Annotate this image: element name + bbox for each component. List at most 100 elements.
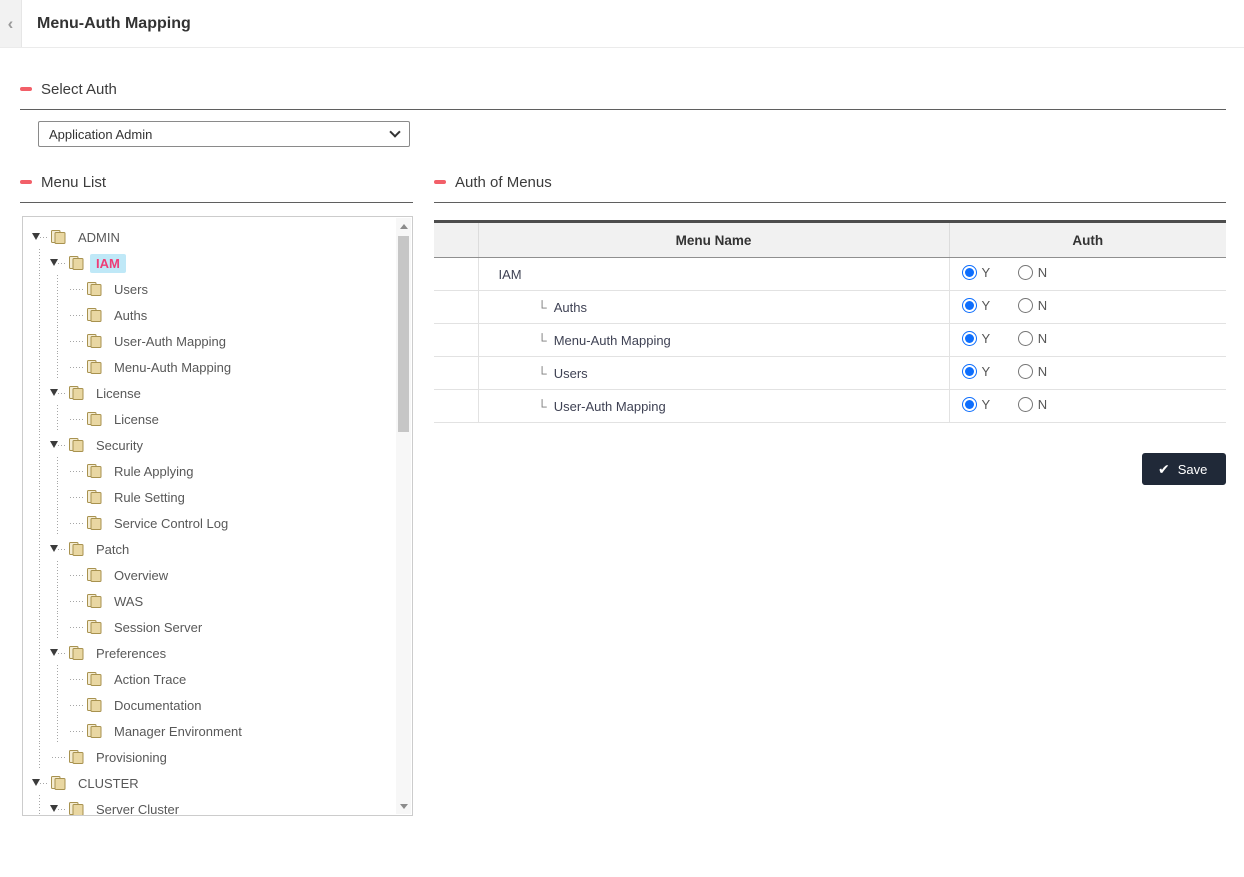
- tree-node-label: Rule Setting: [108, 488, 191, 507]
- auth-no-radio[interactable]: [1018, 298, 1033, 313]
- tree-node[interactable]: Users: [31, 276, 412, 302]
- tree-node[interactable]: Rule Applying: [31, 458, 412, 484]
- tree-expander-icon: [67, 276, 85, 302]
- tree-node-label: Server Cluster: [90, 800, 185, 817]
- auth-no-option[interactable]: N: [1018, 397, 1047, 412]
- tree-node[interactable]: Security: [31, 432, 412, 458]
- folder-icon: [86, 281, 103, 297]
- row-index-cell: [434, 258, 478, 291]
- folder-icon: [68, 801, 85, 816]
- tree-node-label: Auths: [108, 306, 153, 325]
- check-icon: ✔: [1158, 461, 1170, 478]
- auth-column-header: Auth: [949, 222, 1226, 258]
- auth-select[interactable]: Application Admin: [38, 121, 410, 147]
- auth-yes-radio[interactable]: [962, 397, 977, 412]
- menu-name-cell: └Auths: [478, 291, 949, 324]
- auth-no-radio[interactable]: [1018, 397, 1033, 412]
- folder-icon: [86, 723, 103, 739]
- tree-node-label: Service Control Log: [108, 514, 234, 533]
- auth-yes-option[interactable]: Y: [962, 364, 991, 379]
- tree-expander-icon: [67, 510, 85, 536]
- tree-node[interactable]: Action Trace: [31, 666, 412, 692]
- tree-node[interactable]: License: [31, 380, 412, 406]
- auth-no-option[interactable]: N: [1018, 331, 1047, 346]
- tree-node[interactable]: Overview: [31, 562, 412, 588]
- auth-cell: Y N: [949, 357, 1226, 390]
- tree-node[interactable]: User-Auth Mapping: [31, 328, 412, 354]
- auth-of-menus-column: Auth of Menus Menu Name Auth IAM Y: [434, 171, 1226, 816]
- table-row: IAM Y N: [434, 258, 1226, 291]
- auth-table: Menu Name Auth IAM Y N └Auths Y: [434, 220, 1226, 423]
- auth-no-radio[interactable]: [1018, 331, 1033, 346]
- tree-expander-icon[interactable]: [49, 796, 67, 816]
- auth-of-menus-title: Auth of Menus: [455, 174, 552, 191]
- tree-node[interactable]: Documentation: [31, 692, 412, 718]
- tree-expander-icon[interactable]: [49, 432, 67, 458]
- page-title: Menu-Auth Mapping: [22, 0, 191, 47]
- tree-node[interactable]: Provisioning: [31, 744, 412, 770]
- tree-expander-icon[interactable]: [49, 536, 67, 562]
- tree-node-label: ADMIN: [72, 228, 126, 247]
- auth-no-radio[interactable]: [1018, 265, 1033, 280]
- section-dash-icon: [20, 180, 32, 184]
- tree-expander-icon[interactable]: [49, 380, 67, 406]
- auth-yes-radio[interactable]: [962, 331, 977, 346]
- table-row: └Users Y N: [434, 357, 1226, 390]
- auth-yes-radio[interactable]: [962, 364, 977, 379]
- tree-node[interactable]: Service Control Log: [31, 510, 412, 536]
- auth-yes-option[interactable]: Y: [962, 298, 991, 313]
- tree-node[interactable]: IAM: [31, 250, 412, 276]
- tree-node[interactable]: Menu-Auth Mapping: [31, 354, 412, 380]
- auth-no-option[interactable]: N: [1018, 265, 1047, 280]
- auth-no-option[interactable]: N: [1018, 298, 1047, 313]
- scrollbar-up-arrow-icon[interactable]: [396, 218, 411, 234]
- tree-expander-icon[interactable]: [31, 224, 49, 250]
- folder-icon: [50, 775, 67, 791]
- back-button[interactable]: ‹: [0, 0, 22, 47]
- auth-yes-radio[interactable]: [962, 265, 977, 280]
- tree-node[interactable]: CLUSTER: [31, 770, 412, 796]
- tree-expander-icon[interactable]: [49, 250, 67, 276]
- tree-expander-icon: [67, 328, 85, 354]
- tree-node[interactable]: Preferences: [31, 640, 412, 666]
- tree-node[interactable]: Rule Setting: [31, 484, 412, 510]
- auth-select-wrap: Application Admin: [38, 121, 410, 147]
- auth-yes-radio[interactable]: [962, 298, 977, 313]
- tree-node[interactable]: License: [31, 406, 412, 432]
- auth-yes-option[interactable]: Y: [962, 265, 991, 280]
- table-row: └Menu-Auth Mapping Y N: [434, 324, 1226, 357]
- tree-node[interactable]: WAS: [31, 588, 412, 614]
- scrollbar-thumb[interactable]: [398, 236, 409, 432]
- tree-node[interactable]: Manager Environment: [31, 718, 412, 744]
- menu-list-rule: [20, 202, 413, 203]
- tree-expander-icon[interactable]: [31, 770, 49, 796]
- tree-node[interactable]: Session Server: [31, 614, 412, 640]
- scrollbar-down-arrow-icon[interactable]: [396, 798, 411, 814]
- table-row: └User-Auth Mapping Y N: [434, 390, 1226, 423]
- auth-no-option[interactable]: N: [1018, 364, 1047, 379]
- menu-list-column: Menu List ADMIN IAM Users: [20, 171, 413, 816]
- folder-icon: [68, 749, 85, 765]
- tree-node[interactable]: Auths: [31, 302, 412, 328]
- tree-scrollbar[interactable]: [396, 218, 411, 814]
- folder-icon: [68, 385, 85, 401]
- tree-expander-icon: [67, 718, 85, 744]
- auth-yes-option[interactable]: Y: [962, 331, 991, 346]
- tree-node-label: Patch: [90, 540, 135, 559]
- save-button[interactable]: ✔ Save: [1142, 453, 1226, 485]
- tree-node[interactable]: ADMIN: [31, 224, 412, 250]
- folder-icon: [68, 437, 85, 453]
- tree-node[interactable]: Server Cluster: [31, 796, 412, 816]
- tree-node-label: Session Server: [108, 618, 208, 637]
- menu-name-cell: └Menu-Auth Mapping: [478, 324, 949, 357]
- row-index-cell: [434, 357, 478, 390]
- tree-expander-icon[interactable]: [49, 640, 67, 666]
- auth-yes-option[interactable]: Y: [962, 397, 991, 412]
- top-header: ‹ Menu-Auth Mapping: [0, 0, 1244, 48]
- folder-icon: [86, 359, 103, 375]
- tree-node-label: Overview: [108, 566, 174, 585]
- tree-expander-icon: [67, 406, 85, 432]
- auth-no-radio[interactable]: [1018, 364, 1033, 379]
- tree-node[interactable]: Patch: [31, 536, 412, 562]
- child-branch-icon: └: [538, 399, 547, 414]
